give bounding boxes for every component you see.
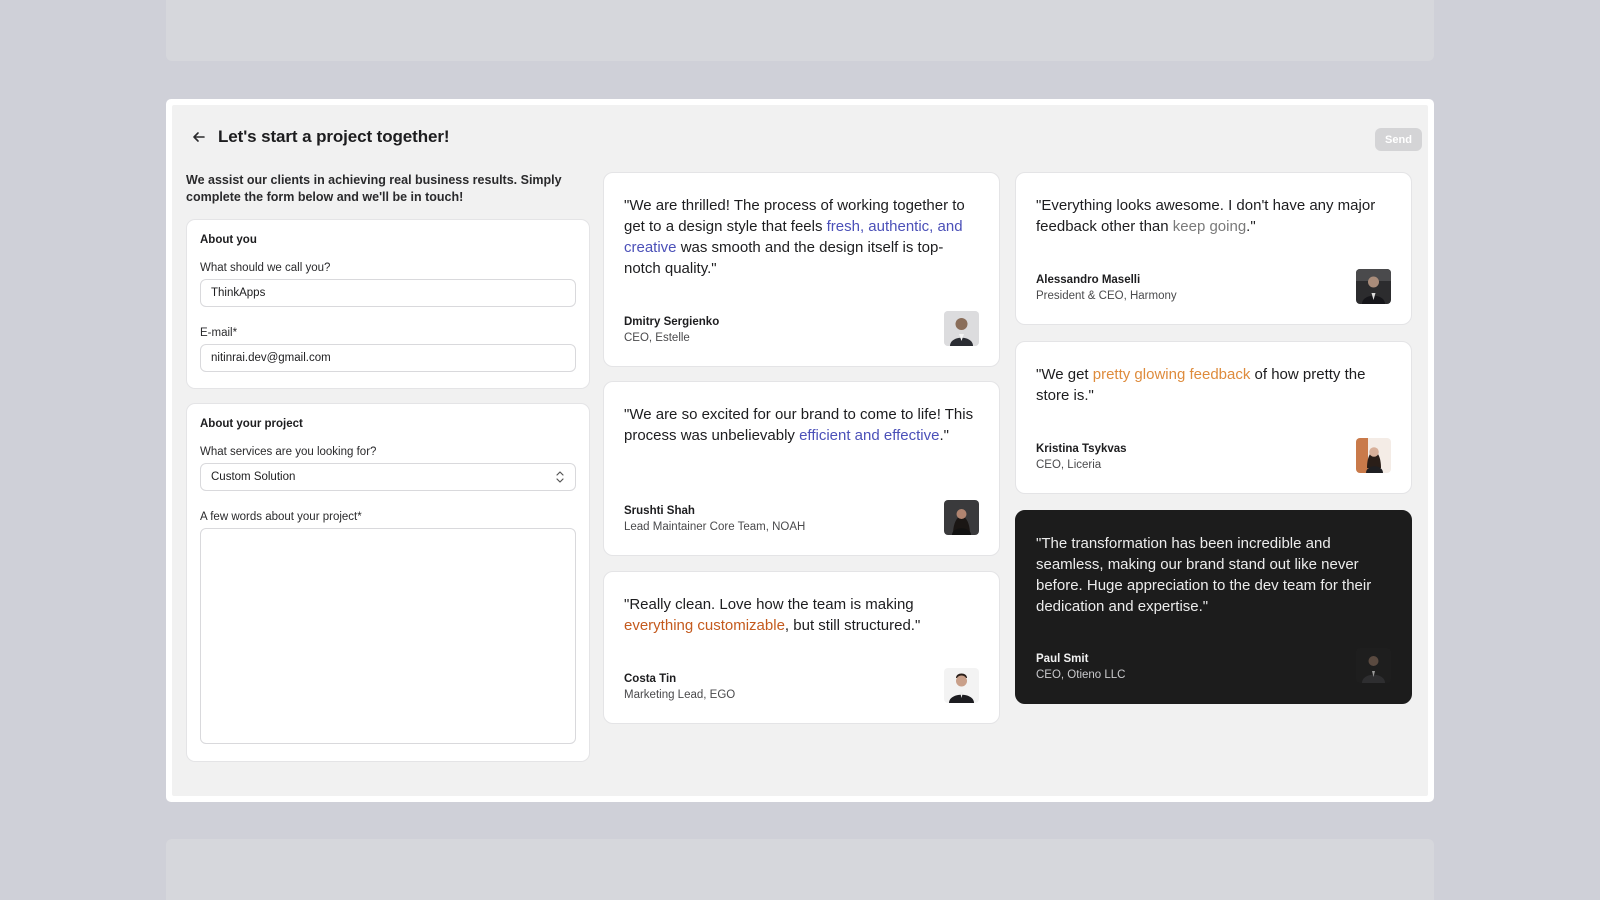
services-label: What services are you looking for?	[200, 446, 377, 458]
project-form-panel: Let's start a project together! Send We …	[172, 105, 1428, 796]
author-role: Marketing Lead, EGO	[624, 689, 736, 701]
author-role: CEO, Liceria	[1036, 459, 1102, 471]
avatar	[944, 311, 979, 346]
author-role: President & CEO, Harmony	[1036, 290, 1177, 302]
quote-highlight: pretty glowing feedback	[1092, 366, 1251, 383]
author-role: Lead Maintainer Core Team, NOAH	[624, 521, 806, 533]
quote-text: "We get	[1036, 366, 1093, 383]
arrow-left-icon[interactable]	[190, 128, 208, 146]
quote-text: , but still structured."	[784, 617, 921, 634]
quote-highlight: everything customizable	[624, 617, 785, 634]
about-project-title: About your project	[200, 418, 303, 430]
header: Let's start a project together!	[190, 127, 450, 147]
testimonial-card: "Everything looks awesome. I don't have …	[1015, 172, 1412, 325]
about-you-card: About you What should we call you? Think…	[186, 219, 590, 389]
author-name: Costa Tin	[624, 673, 677, 685]
intro-text: We assist our clients in achieving real …	[186, 173, 562, 204]
testimonial-author: Paul Smit CEO, Otieno LLC	[1036, 653, 1125, 681]
testimonial-card: "We are thrilled! The process of working…	[603, 172, 1000, 367]
avatar	[944, 500, 979, 535]
author-role: CEO, Otieno LLC	[1036, 669, 1126, 681]
services-select[interactable]: Custom Solution	[200, 463, 576, 491]
testimonial-quote: "Really clean. Love how the team is maki…	[624, 594, 974, 636]
quote-highlight: efficient and effective	[799, 427, 940, 444]
background-card-top	[166, 0, 1434, 61]
about-you-title: About you	[200, 234, 257, 246]
name-label: What should we call you?	[200, 262, 331, 274]
quote-text: ."	[939, 427, 949, 444]
avatar	[1356, 438, 1391, 473]
send-button[interactable]: Send	[1375, 128, 1422, 151]
author-name: Kristina Tsykvas	[1036, 443, 1127, 455]
quote-highlight: keep going	[1172, 218, 1247, 235]
testimonial-quote: "The transformation has been incredible …	[1036, 533, 1386, 617]
email-input[interactable]: nitinrai.dev@gmail.com	[200, 344, 576, 372]
avatar	[1356, 648, 1391, 683]
testimonial-author: Kristina Tsykvas CEO, Liceria	[1036, 443, 1127, 471]
testimonial-card-featured: "The transformation has been incredible …	[1015, 510, 1412, 704]
testimonial-author: Dmitry Sergienko CEO, Estelle	[624, 316, 719, 344]
testimonial-card: "We get pretty glowing feedback of how p…	[1015, 341, 1412, 494]
services-select-value: Custom Solution	[211, 471, 296, 483]
author-name: Alessandro Maselli	[1036, 274, 1141, 286]
quote-text: "The transformation has been incredible …	[1036, 535, 1372, 615]
testimonial-card: "Really clean. Love how the team is maki…	[603, 571, 1000, 724]
testimonial-quote: "We are so excited for our brand to come…	[624, 404, 974, 446]
testimonial-author: Alessandro Maselli President & CEO, Harm…	[1036, 274, 1177, 302]
testimonial-author: Srushti Shah Lead Maintainer Core Team, …	[624, 505, 805, 533]
author-name: Paul Smit	[1036, 653, 1089, 665]
quote-text: ."	[1246, 218, 1256, 235]
author-role: CEO, Estelle	[624, 332, 690, 344]
testimonial-card: "We are so excited for our brand to come…	[603, 381, 1000, 556]
testimonial-quote: "Everything looks awesome. I don't have …	[1036, 195, 1386, 237]
chevron-up-down-icon	[555, 470, 565, 484]
email-label: E-mail*	[200, 327, 238, 339]
description-label: A few words about your project*	[200, 511, 362, 523]
testimonial-author: Costa Tin Marketing Lead, EGO	[624, 673, 735, 701]
project-form-window: Let's start a project together! Send We …	[166, 99, 1434, 802]
background-card-bottom	[166, 839, 1434, 900]
page-title: Let's start a project together!	[218, 127, 450, 146]
avatar	[944, 668, 979, 703]
quote-text: "Really clean. Love how the team is maki…	[624, 596, 914, 613]
about-project-card: About your project What services are you…	[186, 403, 590, 762]
description-textarea[interactable]	[200, 528, 576, 744]
author-name: Dmitry Sergienko	[624, 316, 720, 328]
author-name: Srushti Shah	[624, 505, 695, 517]
testimonial-quote: "We get pretty glowing feedback of how p…	[1036, 364, 1386, 406]
avatar	[1356, 269, 1391, 304]
name-input[interactable]: ThinkApps	[200, 279, 576, 307]
testimonial-quote: "We are thrilled! The process of working…	[624, 195, 974, 279]
